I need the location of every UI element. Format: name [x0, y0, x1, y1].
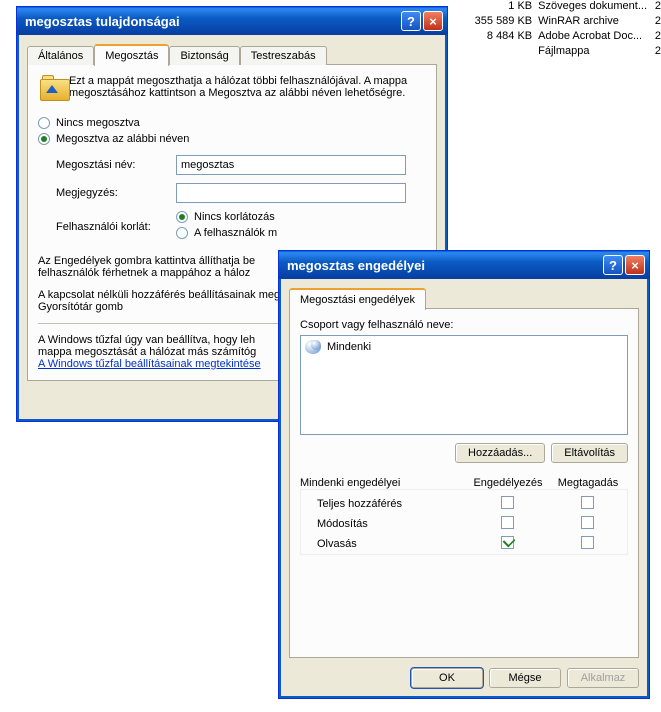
remove-button[interactable]: Eltávolítás	[551, 443, 628, 463]
titlebar[interactable]: megosztas engedélyei ? ×	[279, 251, 649, 279]
users-listbox[interactable]: Mindenki	[300, 335, 628, 435]
file-size	[462, 45, 532, 60]
allow-checkbox[interactable]	[501, 536, 514, 549]
file-type: Szöveges dokument...	[538, 0, 647, 15]
share-name-input[interactable]	[176, 155, 406, 175]
cancel-button[interactable]: Mégse	[489, 668, 561, 688]
radio-label: Nincs korlátozás	[194, 211, 275, 223]
file-row[interactable]: 8 484 KB Adobe Acrobat Doc... 2	[462, 30, 661, 45]
deny-header: Megtagadás	[548, 477, 628, 489]
close-button[interactable]: ×	[423, 11, 443, 31]
permissions-for-label: Mindenki engedélyei	[300, 477, 468, 489]
file-col: 2	[653, 0, 661, 15]
radio-label: Nincs megosztva	[56, 117, 140, 129]
comment-label: Megjegyzés:	[56, 187, 176, 199]
radio-icon	[176, 211, 188, 223]
close-button[interactable]: ×	[625, 255, 645, 275]
radio-label: Megosztva az alábbi néven	[56, 133, 189, 145]
file-type: WinRAR archive	[538, 15, 647, 30]
radio-label: A felhasználók m	[194, 227, 277, 239]
permission-label: Teljes hozzáférés	[301, 498, 467, 510]
tab-general[interactable]: Általános	[27, 46, 94, 65]
window-title: megosztas tulajdonságai	[25, 14, 180, 29]
group-icon	[305, 340, 321, 354]
radio-icon	[38, 133, 50, 145]
file-type: Adobe Acrobat Doc...	[538, 30, 647, 45]
tab-strip: Általános Megosztás Biztonság Testreszab…	[27, 43, 437, 65]
group-user-label: Csoport vagy felhasználó neve:	[300, 319, 628, 331]
add-button[interactable]: Hozzáadás...	[455, 443, 545, 463]
file-row[interactable]: 355 589 KB WinRAR archive 2	[462, 15, 661, 30]
user-name: Mindenki	[327, 341, 371, 353]
ok-button[interactable]: OK	[411, 668, 483, 688]
file-size: 355 589 KB	[462, 15, 532, 30]
file-col: 2	[653, 15, 661, 30]
window-title: megosztas engedélyei	[287, 258, 425, 273]
user-limit-label: Felhasználói korlát:	[56, 221, 176, 233]
file-row[interactable]: Fájlmappa 2	[462, 45, 661, 60]
tab-share-permissions[interactable]: Megosztási engedélyek	[289, 288, 426, 310]
tab-security[interactable]: Biztonság	[169, 46, 239, 65]
file-size: 8 484 KB	[462, 30, 532, 45]
file-row[interactable]: 1 KB Szöveges dokument... 2	[462, 0, 661, 15]
permission-label: Olvasás	[301, 538, 467, 550]
allow-header: Engedélyezés	[468, 477, 548, 489]
permissions-dialog: megosztas engedélyei ? × Megosztási enge…	[278, 250, 650, 699]
tab-customize[interactable]: Testreszabás	[240, 46, 327, 65]
radio-shared-as[interactable]: Megosztva az alábbi néven	[38, 133, 426, 145]
deny-checkbox[interactable]	[581, 516, 594, 529]
tab-sharing[interactable]: Megosztás	[94, 44, 169, 66]
apply-button[interactable]: Alkalmaz	[567, 668, 639, 688]
titlebar[interactable]: megosztas tulajdonságai ? ×	[17, 7, 447, 35]
file-list-fragment: 1 KB Szöveges dokument... 2 355 589 KB W…	[462, 0, 661, 60]
radio-no-limit[interactable]: Nincs korlátozás	[176, 211, 426, 223]
deny-checkbox[interactable]	[581, 496, 594, 509]
allow-checkbox[interactable]	[501, 516, 514, 529]
list-item[interactable]: Mindenki	[305, 340, 623, 354]
allow-checkbox[interactable]	[501, 496, 514, 509]
radio-icon	[176, 227, 188, 239]
file-type: Fájlmappa	[538, 45, 647, 60]
file-col: 2	[653, 45, 661, 60]
file-col: 2	[653, 30, 661, 45]
folder-share-icon	[38, 75, 57, 105]
permission-row: Módosítás	[301, 514, 627, 534]
help-button[interactable]: ?	[603, 255, 623, 275]
intro-text: Ezt a mappát megoszthatja a hálózat több…	[69, 75, 426, 105]
radio-user-limit[interactable]: A felhasználók m	[176, 227, 426, 239]
permission-label: Módosítás	[301, 518, 467, 530]
firewall-settings-link[interactable]: A Windows tűzfal beállításainak megtekin…	[38, 358, 261, 370]
file-size: 1 KB	[462, 0, 532, 15]
radio-not-shared[interactable]: Nincs megosztva	[38, 117, 426, 129]
radio-icon	[38, 117, 50, 129]
deny-checkbox[interactable]	[581, 536, 594, 549]
permission-row: Teljes hozzáférés	[301, 494, 627, 514]
comment-input[interactable]	[176, 183, 406, 203]
help-button[interactable]: ?	[401, 11, 421, 31]
permission-row: Olvasás	[301, 534, 627, 554]
share-name-label: Megosztási név:	[56, 159, 176, 171]
